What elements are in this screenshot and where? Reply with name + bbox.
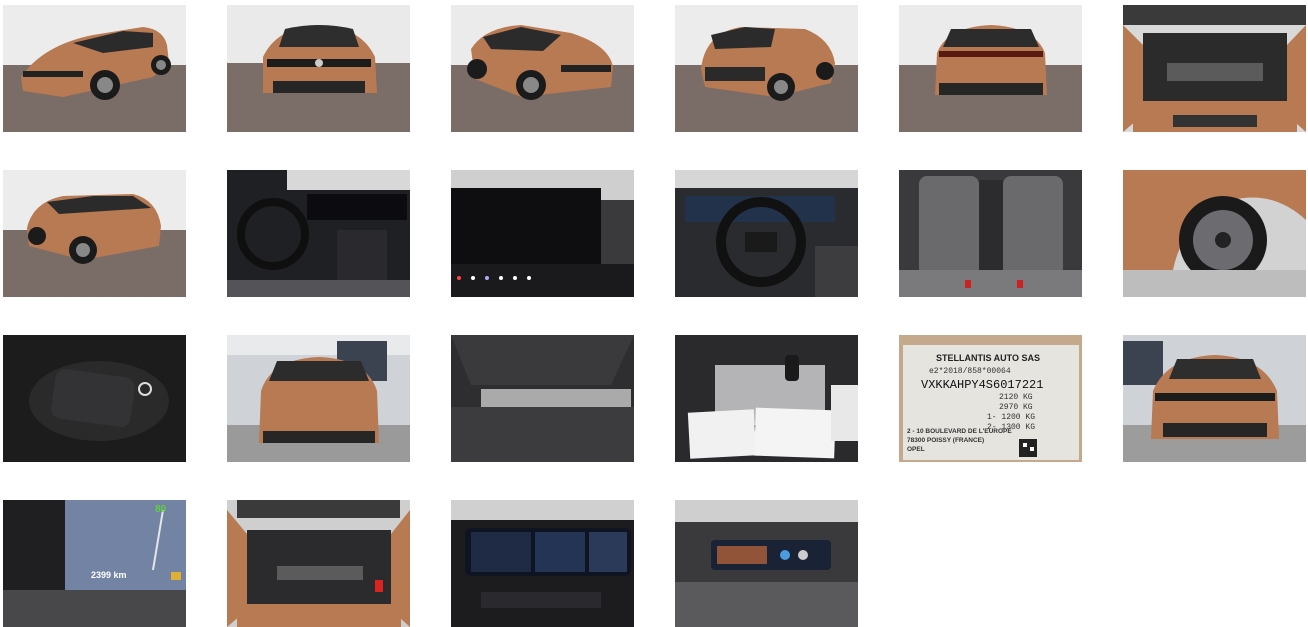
key-fob-photo: [3, 335, 186, 462]
vin-city: 78300 POISSY (FRANCE): [907, 437, 984, 444]
thumbnail-trunk-cover[interactable]: [451, 335, 634, 462]
thumbnail-trunk-open[interactable]: [1123, 5, 1306, 132]
thumbnail-rear-seats[interactable]: [899, 170, 1082, 297]
car-front-right-photo: [451, 5, 634, 132]
thumbnail-front-left[interactable]: [3, 5, 186, 132]
thumbnail-navigation-screen[interactable]: [451, 500, 634, 627]
thumbnail-front-right[interactable]: [451, 5, 634, 132]
thumbnail-dashboard[interactable]: [227, 170, 410, 297]
wheel-photo: [1123, 170, 1306, 297]
vin-brand: OPEL: [907, 446, 925, 453]
vin-manufacturer: STELLANTIS AUTO SAS: [936, 353, 1040, 363]
climate-screen-photo: [675, 500, 858, 627]
thumbnail-rear-garage[interactable]: [227, 335, 410, 462]
qr-code-icon: [1019, 439, 1037, 457]
thumbnail-climate-screen[interactable]: [675, 500, 858, 627]
trunk-cover-photo: [451, 335, 634, 462]
vin-train-weight: 2970 KG: [999, 403, 1033, 412]
vin-address: 2 - 10 BOULEVARD DE L'EUROPE: [907, 428, 1012, 435]
vin-number: VXKKAHPY4S6017221: [921, 378, 1043, 392]
thumbnail-rear-left[interactable]: [3, 170, 186, 297]
odometer-reading: 2399 km: [91, 570, 127, 580]
car-front-photo: [227, 5, 410, 132]
trunk-open-garage-photo: [227, 500, 410, 627]
infotainment-photo: [451, 170, 634, 297]
rear-seats-photo: [899, 170, 1082, 297]
steering-wheel-photo: [675, 170, 858, 297]
vin-plate-photo: STELLANTIS AUTO SAS e2*2018/858*00064 VX…: [899, 335, 1082, 462]
thumbnail-infotainment[interactable]: [451, 170, 634, 297]
thumbnail-steering-wheel[interactable]: [675, 170, 858, 297]
car-rear-left-photo: [3, 170, 186, 297]
front-garage-photo: [1123, 335, 1306, 462]
thumbnail-rear-right[interactable]: [675, 5, 858, 132]
thumbnail-front-garage[interactable]: [1123, 335, 1306, 462]
thumbnail-trunk-open-garage[interactable]: [227, 500, 410, 627]
manuals-photo: [675, 335, 858, 462]
car-rear-right-photo: [675, 5, 858, 132]
dashboard-photo: [227, 170, 410, 297]
vin-approval: e2*2018/858*00064: [929, 367, 1011, 376]
trunk-open-photo: [1123, 5, 1306, 132]
rear-garage-photo: [227, 335, 410, 462]
navigation-screen-photo: [451, 500, 634, 627]
thumbnail-wheel[interactable]: [1123, 170, 1306, 297]
charge-level: 80: [155, 504, 167, 515]
warning-icon: [171, 572, 181, 580]
thumbnail-vin-plate[interactable]: STELLANTIS AUTO SAS e2*2018/858*00064 VX…: [899, 335, 1082, 462]
thumbnail-front[interactable]: [227, 5, 410, 132]
thumbnail-key-fob[interactable]: [3, 335, 186, 462]
thumbnail-rear[interactable]: [899, 5, 1082, 132]
car-front-left-photo: [3, 5, 186, 132]
car-rear-photo: [899, 5, 1082, 132]
photo-gallery: STELLANTIS AUTO SAS e2*2018/858*00064 VX…: [0, 0, 1308, 627]
odometer-photo: 80 2399 km: [3, 500, 186, 627]
vin-gross-weight: 2120 KG: [999, 393, 1033, 402]
thumbnail-odometer[interactable]: 80 2399 km: [3, 500, 186, 627]
thumbnail-manuals[interactable]: [675, 335, 858, 462]
vin-axle1: 1- 1200 KG: [987, 413, 1035, 422]
